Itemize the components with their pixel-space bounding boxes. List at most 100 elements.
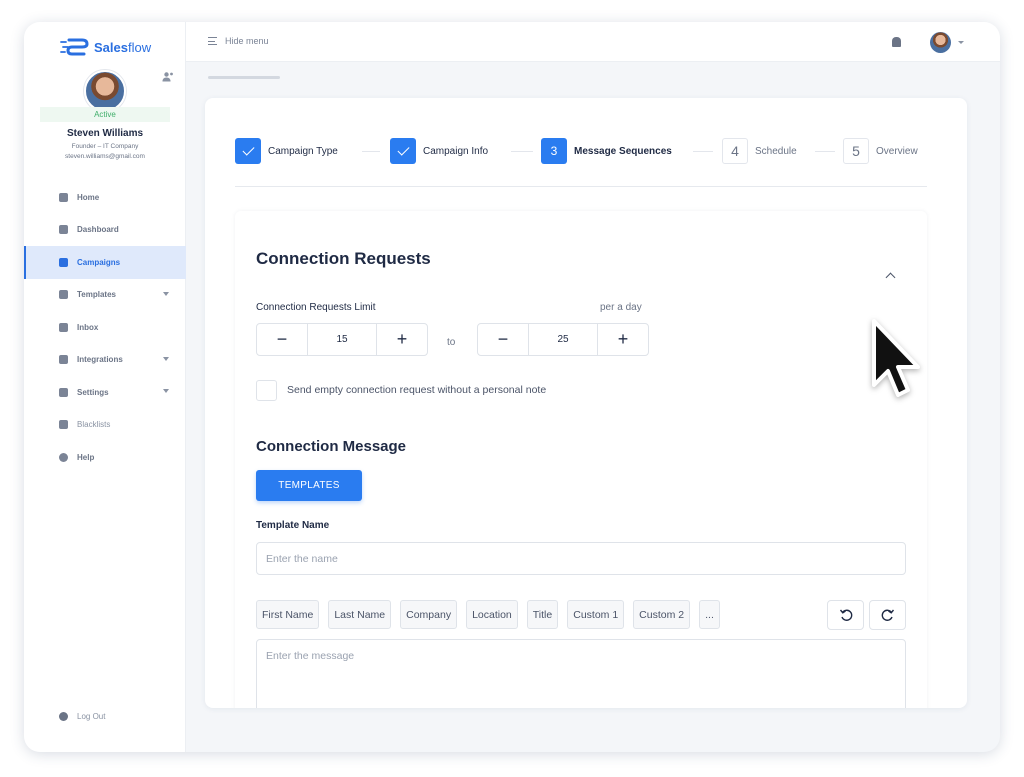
min-limit-stepper: − 15 + [256, 323, 428, 356]
sidebar-item-blacklists[interactable]: Blacklists [24, 409, 186, 442]
sidebar-item-integrations[interactable]: Integrations [24, 344, 186, 377]
step-overview[interactable]: 5 Overview [843, 138, 918, 164]
templates-button[interactable]: TEMPLATES [256, 470, 362, 501]
section-title: Connection Requests [256, 249, 431, 268]
sidebar-item-label: Dashboard [77, 225, 119, 235]
variable-chip-last-name[interactable]: Last Name [328, 600, 392, 629]
template-name-input[interactable] [256, 542, 906, 575]
sidebar-item-label: Home [77, 192, 100, 202]
undo-button[interactable] [827, 600, 864, 630]
limit-label: Connection Requests Limit [256, 302, 376, 313]
max-limit-stepper: − 25 + [477, 323, 649, 356]
sidebar-item-label: Inbox [77, 322, 99, 332]
check-icon [235, 138, 261, 164]
app-window: Salesflow Active Steven Williams Founder… [24, 22, 1000, 752]
mouse-cursor-icon [872, 319, 920, 397]
hamburger-icon [208, 37, 217, 45]
increment-button[interactable]: + [598, 324, 648, 355]
chevron-down-icon [163, 356, 169, 361]
user-email: steven.williams@gmail.com [65, 153, 145, 160]
sidebar-item-dashboard[interactable]: Dashboard [24, 214, 186, 247]
sidebar-item-settings[interactable]: Settings [24, 376, 186, 409]
max-limit-value[interactable]: 25 [528, 324, 598, 355]
sidebar-item-templates[interactable]: Templates [24, 279, 186, 312]
checkbox-label: Send empty connection request without a … [287, 384, 547, 396]
step-label: Message Sequences [574, 145, 672, 157]
user-name: Steven Williams [66, 128, 144, 139]
account-avatar[interactable] [930, 32, 951, 53]
decrement-button[interactable]: − [257, 324, 307, 355]
grid-icon [59, 257, 68, 267]
chevron-down-icon[interactable] [958, 41, 964, 44]
variable-chip-company[interactable]: Company [400, 600, 458, 629]
sidebar-nav: Home Dashboard Campaigns Templates Inbox… [24, 181, 186, 474]
profile-avatar[interactable] [84, 70, 126, 112]
redo-icon [881, 609, 894, 621]
hide-menu-button[interactable]: Hide menu [208, 36, 269, 46]
message-textarea[interactable] [256, 639, 906, 708]
step-number: 5 [843, 138, 869, 164]
variable-chip-location[interactable]: Location [466, 600, 518, 629]
step-connector [362, 151, 380, 152]
section-title: Connection Message [256, 438, 407, 455]
step-message-sequences[interactable]: 3 Message Sequences [541, 138, 672, 164]
chevron-up-icon[interactable] [885, 272, 896, 283]
logout-label: Log Out [77, 712, 106, 721]
divider [235, 186, 927, 187]
to-label: to [447, 337, 456, 348]
step-label: Campaign Info [423, 145, 489, 157]
step-campaign-type[interactable]: Campaign Type [235, 138, 338, 164]
sidebar-item-inbox[interactable]: Inbox [24, 311, 186, 344]
chevron-down-icon [163, 389, 169, 393]
integrations-icon [59, 355, 68, 365]
sidebar-item-home[interactable]: Home [24, 181, 186, 214]
logout-button[interactable]: Log Out [59, 712, 105, 721]
top-bar: Hide menu [186, 22, 1000, 62]
logout-icon [59, 712, 68, 721]
step-connector [511, 151, 533, 152]
decrement-button[interactable]: − [478, 324, 528, 355]
help-icon [59, 452, 68, 462]
sidebar-item-campaigns[interactable]: Campaigns [24, 246, 186, 279]
step-label: Campaign Type [268, 145, 338, 157]
wizard-stepper: Campaign Type Campaign Info 3 Message Seq… [235, 138, 927, 164]
bell-icon[interactable] [892, 37, 901, 47]
step-connector [693, 151, 713, 152]
redo-button[interactable] [869, 600, 906, 630]
increment-button[interactable]: + [377, 324, 427, 355]
step-campaign-info[interactable]: Campaign Info [390, 138, 488, 164]
status-badge: Active [40, 107, 170, 122]
chevron-down-icon [163, 291, 169, 296]
gear-icon [59, 387, 68, 397]
sidebar-item-label: Settings [77, 387, 109, 397]
inbox-icon [59, 322, 68, 332]
chat-icon [59, 290, 68, 300]
sidebar-item-label: Campaigns [77, 257, 121, 267]
sidebar-item-label: Help [77, 452, 95, 462]
step-number: 4 [722, 138, 748, 164]
sidebar-item-label: Integrations [77, 355, 123, 365]
home-icon [59, 192, 68, 202]
empty-request-checkbox[interactable] [256, 380, 277, 401]
brand-name: Salesflow [94, 39, 152, 55]
sidebar-item-label: Blacklists [77, 420, 111, 430]
template-name-label: Template Name [256, 520, 330, 531]
campaign-wizard-card: Campaign Type Campaign Info 3 Message Seq… [205, 98, 967, 708]
variable-chip-first-name[interactable]: First Name [256, 600, 320, 629]
connection-requests-panel: Connection Requests Connection Requests … [235, 211, 927, 708]
step-connector [815, 151, 835, 152]
salesflow-logo-icon [60, 38, 89, 56]
step-label: Schedule [755, 145, 797, 157]
sidebar: Salesflow Active Steven Williams Founder… [24, 22, 186, 752]
blacklist-icon [59, 420, 68, 430]
variable-chip-title[interactable]: Title [526, 600, 559, 629]
variable-chip-custom-1[interactable]: Custom 1 [567, 600, 625, 629]
sidebar-item-help[interactable]: Help [24, 441, 186, 474]
brand-logo[interactable]: Salesflow [60, 36, 151, 58]
step-schedule[interactable]: 4 Schedule [722, 138, 797, 164]
min-limit-value[interactable]: 15 [307, 324, 377, 355]
more-variables-button[interactable]: ... [699, 600, 720, 629]
user-switch-icon[interactable] [162, 71, 174, 83]
variable-chip-custom-2[interactable]: Custom 2 [633, 600, 691, 629]
sidebar-item-label: Templates [77, 290, 116, 300]
